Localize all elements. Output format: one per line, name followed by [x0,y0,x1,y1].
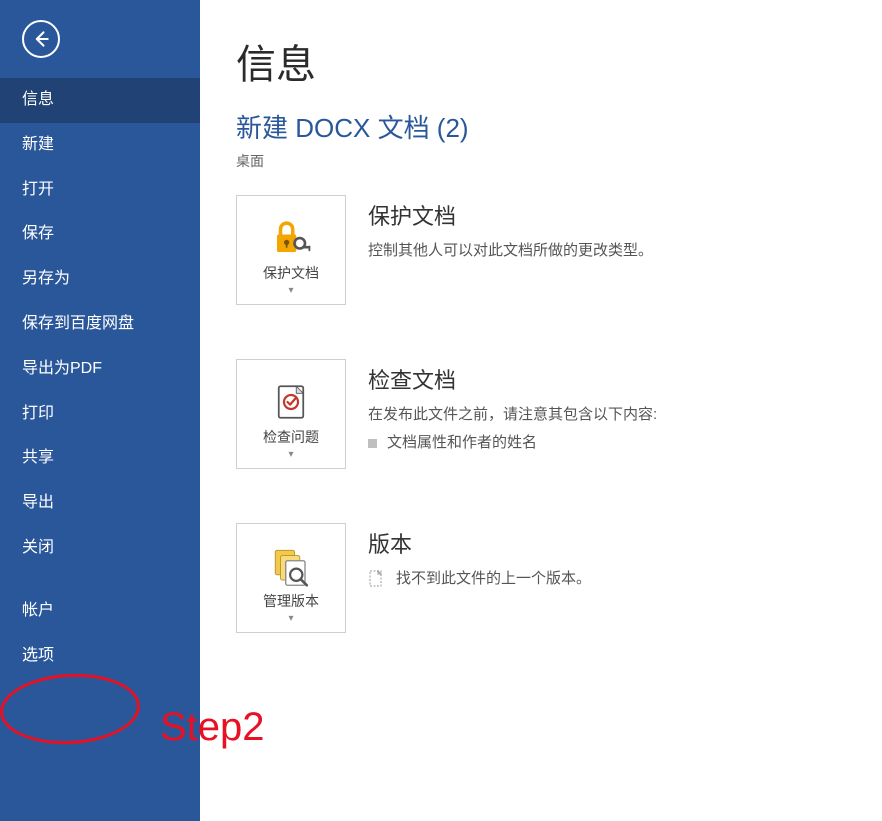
manage-versions-button[interactable]: 管理版本 ▾ [236,523,346,633]
nav-item-open[interactable]: 打开 [0,168,200,213]
section-versions: 管理版本 ▾ 版本 找不到此文件的上一个版本。 [236,523,882,633]
nav-item-print[interactable]: 打印 [0,392,200,437]
sidebar: 信息 新建 打开 保存 另存为 保存到百度网盘 导出为PDF 打印 共享 导出 … [0,0,200,821]
nav-label: 导出 [22,494,54,511]
section-body: 版本 找不到此文件的上一个版本。 [368,523,882,591]
nav-item-close[interactable]: 关闭 [0,526,200,571]
nav-item-account[interactable]: 帐户 [0,589,200,634]
section-desc: 控制其他人可以对此文档所做的更改类型。 [368,239,882,263]
nav-item-save[interactable]: 保存 [0,212,200,257]
document-name: 新建 DOCX 文档 (2) [236,108,882,145]
versions-desc: 找不到此文件的上一个版本。 [396,567,591,591]
nav-label: 新建 [22,136,54,153]
nav-label: 帐户 [22,602,54,619]
chevron-down-icon: ▾ [288,449,293,460]
chevron-down-icon: ▾ [288,285,293,296]
nav-item-saveas[interactable]: 另存为 [0,257,200,302]
nav-item-export[interactable]: 导出 [0,481,200,526]
page-title: 信息 [236,32,882,90]
nav-label: 选项 [22,647,54,664]
section-body: 保护文档 控制其他人可以对此文档所做的更改类型。 [368,195,882,263]
tile-label: 管理版本 [263,591,319,611]
section-title: 检查文档 [368,363,882,395]
inspect-bullet-text: 文档属性和作者的姓名 [387,431,537,455]
section-title: 版本 [368,527,882,559]
tile-label: 保护文档 [263,263,319,283]
lock-key-icon [270,217,312,259]
nav-label: 打开 [22,181,54,198]
versions-row: 找不到此文件的上一个版本。 [368,567,882,591]
nav-divider [0,571,200,589]
nav-label: 信息 [22,91,54,108]
chevron-down-icon: ▾ [288,613,293,624]
nav-item-options[interactable]: 选项 [0,634,200,679]
nav-item-export-pdf[interactable]: 导出为PDF [0,347,200,392]
document-outline-icon [368,570,386,588]
document-path: 桌面 [236,151,882,171]
section-title: 保护文档 [368,199,882,231]
nav-item-new[interactable]: 新建 [0,123,200,168]
nav-label: 打印 [22,405,54,422]
nav-label: 共享 [22,449,54,466]
section-inspect: 检查问题 ▾ 检查文档 在发布此文件之前，请注意其包含以下内容: 文档属性和作者… [236,359,882,469]
nav-label: 保存 [22,225,54,242]
section-desc: 在发布此文件之前，请注意其包含以下内容: [368,403,882,427]
nav-label: 关闭 [22,539,54,556]
inspect-icon [270,381,312,423]
nav-label: 保存到百度网盘 [22,315,134,332]
protect-document-button[interactable]: 保护文档 ▾ [236,195,346,305]
versions-icon [270,545,312,587]
nav-item-save-baidu[interactable]: 保存到百度网盘 [0,302,200,347]
arrow-left-icon [31,29,51,49]
main-panel: 信息 新建 DOCX 文档 (2) 桌面 保护文档 ▾ 保护文档 控制其他人可以… [200,0,882,821]
nav-item-info[interactable]: 信息 [0,78,200,123]
inspect-issues-button[interactable]: 检查问题 ▾ [236,359,346,469]
nav-label: 导出为PDF [22,360,102,377]
nav-label: 另存为 [22,270,70,287]
nav-item-share[interactable]: 共享 [0,436,200,481]
section-protect: 保护文档 ▾ 保护文档 控制其他人可以对此文档所做的更改类型。 [236,195,882,305]
tile-label: 检查问题 [263,427,319,447]
inspect-bullet-row: 文档属性和作者的姓名 [368,431,882,455]
square-bullet-icon [368,439,377,448]
back-button[interactable] [22,20,60,58]
section-body: 检查文档 在发布此文件之前，请注意其包含以下内容: 文档属性和作者的姓名 [368,359,882,455]
